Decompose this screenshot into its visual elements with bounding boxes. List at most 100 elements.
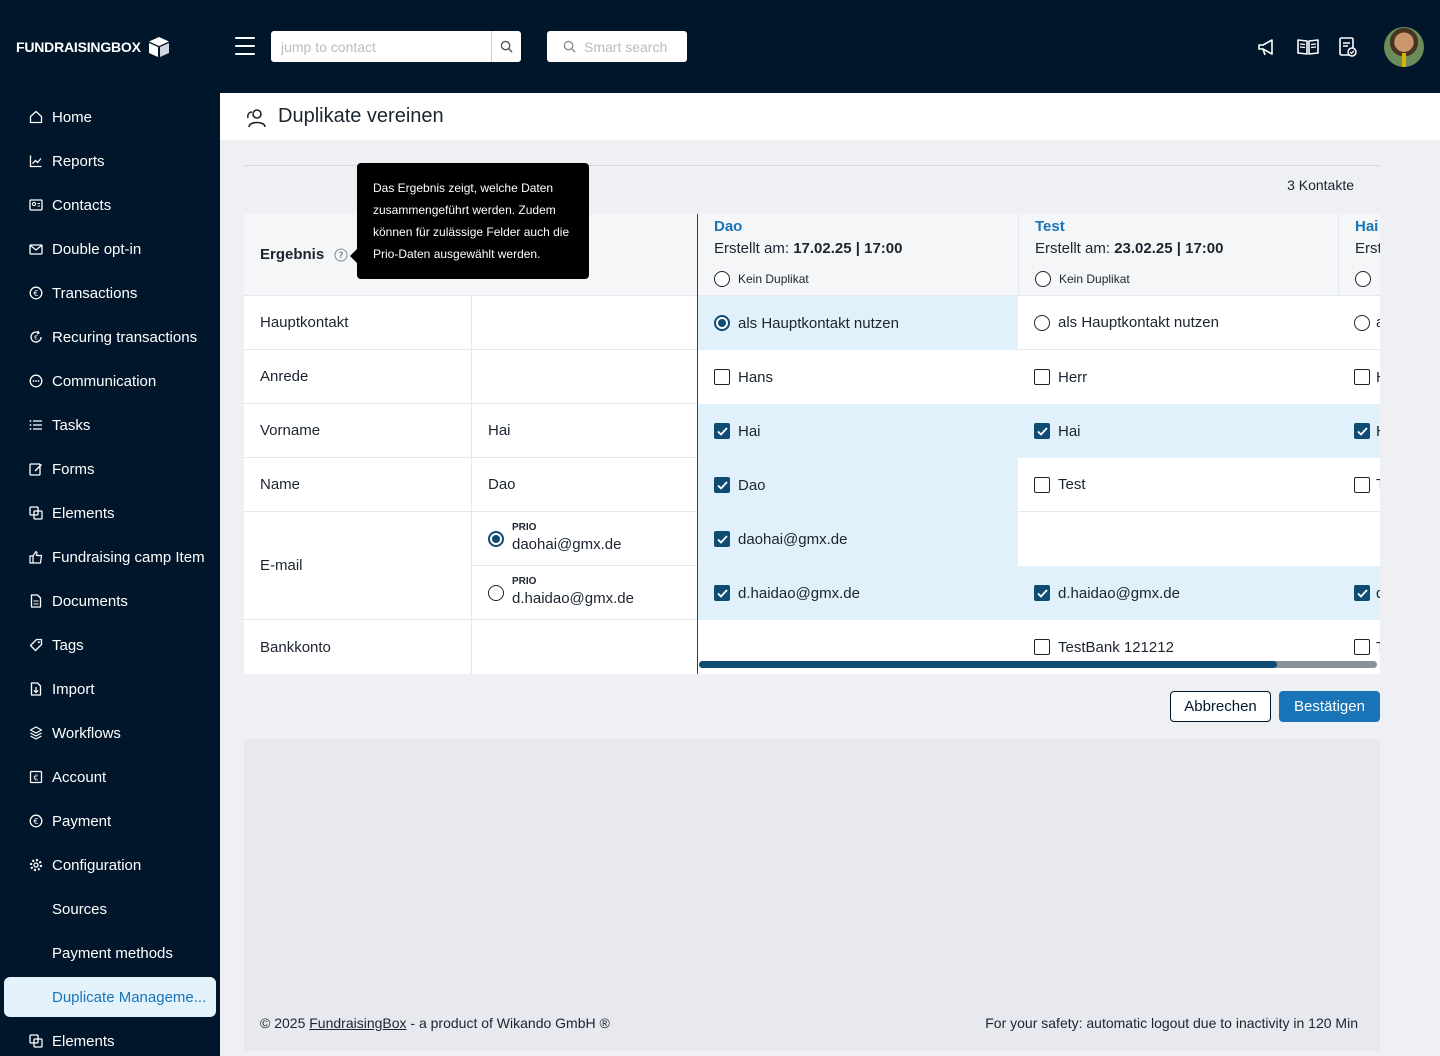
sidebar-item-duplicate-management[interactable]: Duplicate Manageme...	[4, 977, 216, 1017]
list-icon	[28, 417, 44, 433]
sidebar-item-workflows[interactable]: Workflows	[4, 713, 216, 753]
anrede-checkbox[interactable]	[714, 369, 730, 385]
vorname-checkbox[interactable]	[714, 423, 730, 439]
megaphone-icon[interactable]	[1256, 35, 1280, 59]
sidebar-item-communication[interactable]: Communication	[4, 361, 216, 401]
email-option-2[interactable]: d	[1338, 566, 1380, 620]
sidebar-item-label: Elements	[52, 504, 115, 522]
sidebar-item-recurring-transactions[interactable]: € Recuring transactions	[4, 317, 216, 357]
sidebar-item-forms[interactable]: Forms	[4, 449, 216, 489]
no-duplicate-option[interactable]	[1355, 271, 1371, 287]
name-option[interactable]: Test	[1018, 458, 1338, 512]
sidebar-item-documents[interactable]: Documents	[4, 581, 216, 621]
anrede-option[interactable]: Herr	[1018, 350, 1338, 404]
sidebar-item-import[interactable]: Import	[4, 669, 216, 709]
sidebar-item-tasks[interactable]: Tasks	[4, 405, 216, 445]
anrede-option[interactable]: H	[1338, 350, 1380, 404]
vorname-option[interactable]: Hai	[1018, 404, 1338, 458]
sidebar-item-contacts[interactable]: Contacts	[4, 185, 216, 225]
bank-checkbox[interactable]	[1034, 639, 1050, 655]
anrede-checkbox[interactable]	[1034, 369, 1050, 385]
search-icon	[563, 40, 576, 53]
no-duplicate-radio[interactable]	[1355, 271, 1371, 287]
anrede-checkbox[interactable]	[1354, 369, 1370, 385]
recurring-icon: €	[28, 329, 44, 345]
help-icon[interactable]: ?	[334, 247, 348, 262]
checklist-icon[interactable]	[1336, 35, 1360, 59]
email-option-2[interactable]: d.haidao@gmx.de	[698, 566, 1018, 620]
form-icon	[28, 461, 44, 477]
email-option-1[interactable]: daohai@gmx.de	[698, 512, 1018, 566]
vorname-option[interactable]: H	[1338, 404, 1380, 458]
sidebar-item-transactions[interactable]: € Transactions	[4, 273, 216, 313]
contact-name-link[interactable]: Hai	[1355, 218, 1378, 235]
name-option[interactable]: Dao	[698, 458, 1018, 512]
sidebar-item-double-opt-in[interactable]: Double opt-in	[4, 229, 216, 269]
sidebar-item-payment-methods[interactable]: Payment methods	[4, 933, 216, 973]
name-checkbox[interactable]	[1034, 476, 1050, 493]
result-email-option-2[interactable]: PRIO d.haidao@gmx.de	[471, 566, 698, 620]
row-label-vorname: Vorname	[244, 404, 471, 458]
result-email-option-1[interactable]: PRIO daohai@gmx.de	[471, 512, 698, 566]
sidebar-item-elements[interactable]: Elements	[4, 493, 216, 533]
no-duplicate-radio[interactable]	[714, 271, 730, 287]
email-prio-radio[interactable]	[488, 530, 504, 547]
confirm-button[interactable]: Bestätigen	[1279, 691, 1380, 722]
main-contact-option[interactable]: als Hauptkontakt nutzen	[698, 296, 1018, 350]
user-avatar[interactable]	[1384, 27, 1424, 67]
sidebar-item-label: Elements	[52, 1032, 115, 1050]
contact-count: 3 Kontakte	[1287, 177, 1354, 193]
no-duplicate-radio[interactable]	[1035, 271, 1051, 287]
no-duplicate-option[interactable]: Kein Duplikat	[714, 271, 809, 287]
sidebar-item-elements-2[interactable]: Elements	[4, 1021, 216, 1056]
email-checkbox[interactable]	[1354, 585, 1370, 601]
email-prio-radio[interactable]	[488, 584, 504, 601]
book-icon[interactable]	[1296, 35, 1320, 59]
elements-icon	[28, 505, 44, 521]
sidebar-item-payment[interactable]: € Payment	[4, 801, 216, 841]
cancel-button[interactable]: Abbrechen	[1170, 691, 1271, 722]
smart-search-input[interactable]: Smart search	[547, 31, 687, 62]
name-checkbox[interactable]	[1354, 476, 1370, 493]
name-checkbox[interactable]	[714, 477, 730, 493]
main-contact-radio[interactable]	[1034, 314, 1050, 331]
jump-search-button[interactable]	[491, 31, 521, 62]
sidebar-item-reports[interactable]: Reports	[4, 141, 216, 181]
sidebar-item-configuration[interactable]: Configuration	[4, 845, 216, 885]
box-logo-icon	[148, 37, 169, 57]
sidebar-item-tags[interactable]: Tags	[4, 625, 216, 665]
no-duplicate-option[interactable]: Kein Duplikat	[1035, 271, 1130, 287]
jump-to-contact-input[interactable]	[271, 31, 491, 62]
horizontal-scrollbar-thumb[interactable]	[699, 661, 1277, 668]
vorname-checkbox[interactable]	[1354, 423, 1370, 439]
vorname-option[interactable]: Hai	[698, 404, 1018, 458]
sidebar-item-fundraising-camp-item[interactable]: Fundraising camp Item	[4, 537, 216, 577]
menu-toggle-button[interactable]	[235, 37, 255, 55]
contact-name-link[interactable]: Test	[1035, 218, 1065, 235]
sidebar-item-label: Import	[52, 680, 95, 698]
anrede-option[interactable]: Hans	[698, 350, 1018, 404]
bank-checkbox[interactable]	[1354, 639, 1370, 655]
main-contact-radio[interactable]	[714, 315, 730, 331]
email-checkbox[interactable]	[1034, 585, 1050, 601]
name-option[interactable]: T	[1338, 458, 1380, 512]
document-icon	[28, 593, 44, 609]
email-value: d.haidao@gmx.de	[512, 590, 634, 607]
sidebar-item-home[interactable]: Home	[4, 97, 216, 137]
main-contact-option[interactable]: a	[1338, 296, 1380, 350]
sidebar-item-sources[interactable]: Sources	[4, 889, 216, 929]
sidebar-item-account[interactable]: € Account	[4, 757, 216, 797]
brand-logo[interactable]: FUNDRAISINGBOX	[16, 36, 171, 58]
email-checkbox[interactable]	[714, 585, 730, 601]
row-label-bankkonto: Bankkonto	[244, 620, 471, 674]
main-contact-radio[interactable]	[1354, 314, 1370, 331]
sidebar: Home Reports Contacts Double opt-in € Tr…	[0, 93, 220, 1056]
email-option-2[interactable]: d.haidao@gmx.de	[1018, 566, 1338, 620]
thumbs-up-icon	[28, 549, 44, 565]
contact-name-link[interactable]: Dao	[714, 218, 742, 235]
footer-brand-link[interactable]: FundraisingBox	[309, 1015, 406, 1031]
main-contact-option[interactable]: als Hauptkontakt nutzen	[1018, 296, 1338, 350]
email-checkbox[interactable]	[714, 531, 730, 547]
euro-icon: €	[28, 813, 44, 829]
vorname-checkbox[interactable]	[1034, 423, 1050, 439]
